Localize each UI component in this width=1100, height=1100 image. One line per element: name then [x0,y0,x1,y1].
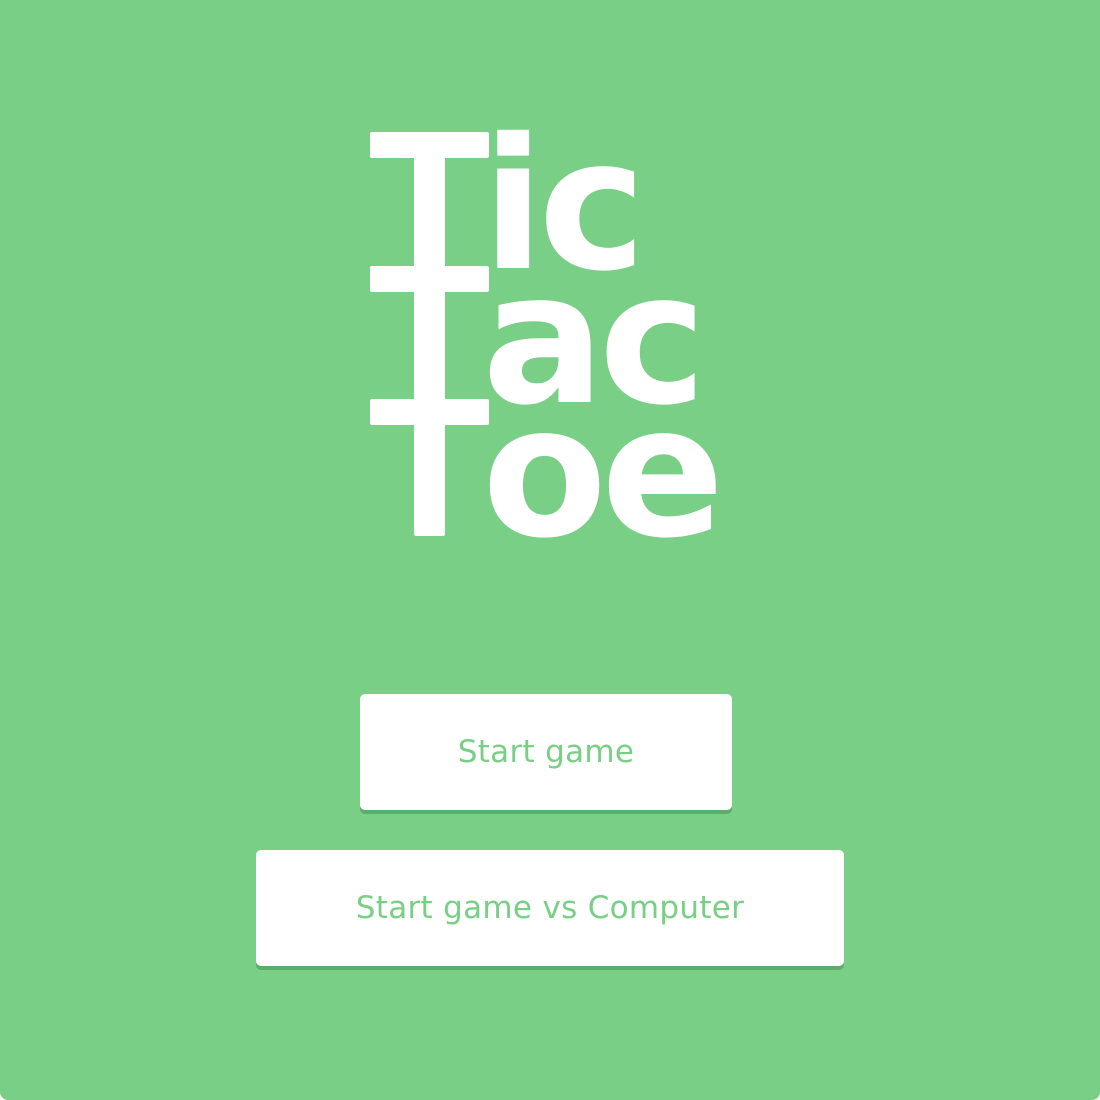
logo-line-3: Toe [400,366,718,560]
logo-letters: oe [482,366,718,560]
start-game-button[interactable]: Start game [360,694,732,810]
start-screen: Tic Tac Toe Start game Start game vs Com… [0,0,1100,1100]
game-logo: Tic Tac Toe [340,100,760,560]
start-game-vs-computer-button[interactable]: Start game vs Computer [256,850,844,966]
